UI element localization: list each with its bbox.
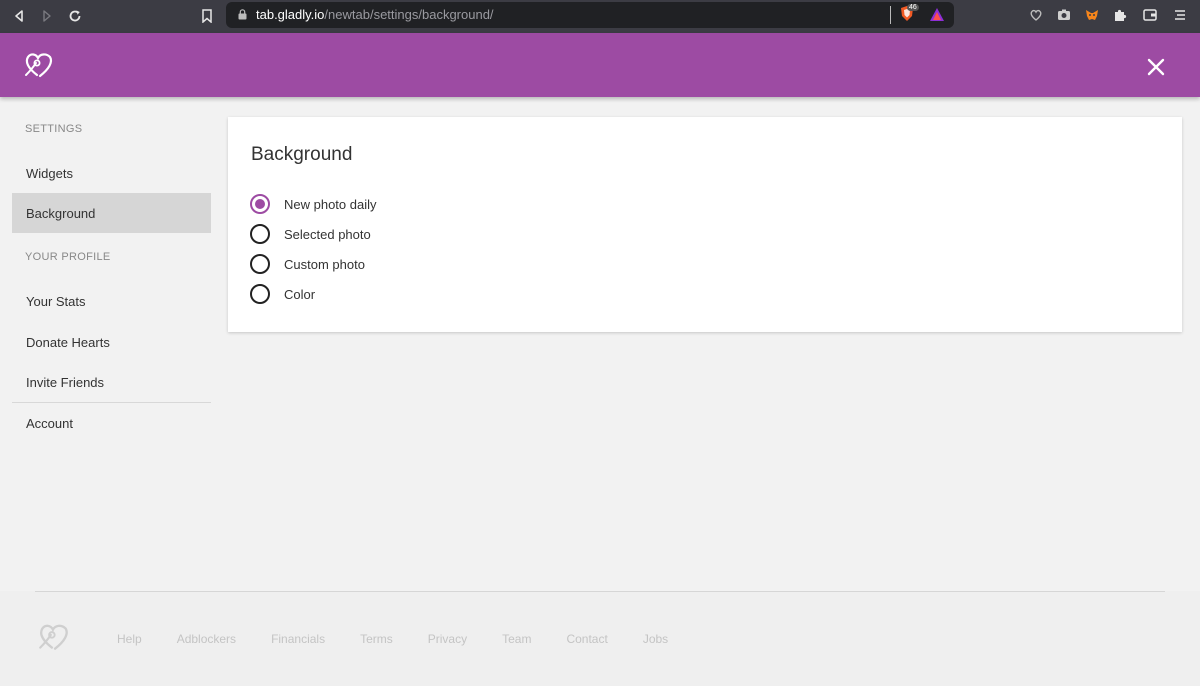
radio-button[interactable] bbox=[250, 254, 270, 274]
option-custom-photo[interactable]: Custom photo bbox=[250, 253, 365, 275]
footer-links: Help Adblockers Financials Terms Privacy… bbox=[117, 632, 703, 646]
background-settings-card: Background New photo daily Selected phot… bbox=[228, 117, 1182, 332]
option-label: Custom photo bbox=[284, 256, 365, 272]
option-new-photo-daily[interactable]: New photo daily bbox=[250, 193, 377, 215]
footer-link-jobs[interactable]: Jobs bbox=[643, 632, 668, 646]
extensions-puzzle-icon[interactable] bbox=[1111, 6, 1129, 24]
menu-icon[interactable] bbox=[1171, 6, 1189, 24]
footer-link-terms[interactable]: Terms bbox=[360, 632, 393, 646]
brave-rewards-icon[interactable] bbox=[928, 6, 946, 24]
radio-button-checked[interactable] bbox=[250, 194, 270, 214]
option-selected-photo[interactable]: Selected photo bbox=[250, 223, 371, 245]
sidebar-item-widgets[interactable]: Widgets bbox=[12, 153, 211, 193]
metamask-icon[interactable] bbox=[1083, 6, 1101, 24]
page-footer: Help Adblockers Financials Terms Privacy… bbox=[0, 591, 1200, 686]
footer-link-team[interactable]: Team bbox=[502, 632, 531, 646]
footer-link-privacy[interactable]: Privacy bbox=[428, 632, 467, 646]
footer-divider bbox=[35, 591, 1165, 592]
footer-link-adblockers[interactable]: Adblockers bbox=[177, 632, 236, 646]
back-icon[interactable] bbox=[9, 6, 29, 26]
option-label: Color bbox=[284, 286, 316, 302]
address-bar[interactable]: tab.gladly.io/newtab/settings/background… bbox=[226, 2, 954, 28]
lock-icon bbox=[238, 9, 247, 20]
option-color[interactable]: Color bbox=[250, 283, 315, 305]
option-label: New photo daily bbox=[284, 196, 377, 212]
footer-link-contact[interactable]: Contact bbox=[566, 632, 607, 646]
url-text: tab.gladly.io/newtab/settings/background… bbox=[256, 7, 494, 22]
bookmark-icon[interactable] bbox=[197, 6, 217, 26]
browser-toolbar: tab.gladly.io/newtab/settings/background… bbox=[0, 0, 1200, 33]
wallet-icon[interactable] bbox=[1141, 6, 1159, 24]
card-title: Background bbox=[251, 144, 353, 165]
radio-button[interactable] bbox=[250, 224, 270, 244]
app-header bbox=[0, 33, 1200, 97]
reload-icon[interactable] bbox=[65, 6, 85, 26]
sidebar-item-invite-friends[interactable]: Invite Friends bbox=[12, 362, 211, 402]
heart-logo-icon[interactable] bbox=[22, 48, 56, 82]
option-label: Selected photo bbox=[284, 226, 371, 242]
settings-section-label: SETTINGS bbox=[25, 123, 83, 135]
profile-section-label: YOUR PROFILE bbox=[25, 251, 111, 263]
settings-sidebar: SETTINGS Widgets Background YOUR PROFILE… bbox=[12, 97, 211, 443]
gladly-extension-icon[interactable] bbox=[1027, 6, 1045, 24]
footer-link-financials[interactable]: Financials bbox=[271, 632, 325, 646]
forward-icon[interactable] bbox=[37, 6, 57, 26]
screenshot-extension-icon[interactable] bbox=[1055, 6, 1073, 24]
url-host: tab.gladly.io bbox=[256, 7, 325, 22]
url-path: /newtab/settings/background/ bbox=[324, 7, 494, 22]
footer-link-help[interactable]: Help bbox=[117, 632, 142, 646]
sidebar-item-account[interactable]: Account bbox=[12, 403, 211, 443]
sidebar-item-background[interactable]: Background bbox=[12, 193, 211, 233]
close-icon[interactable] bbox=[1144, 55, 1168, 79]
footer-heart-logo-icon[interactable] bbox=[36, 619, 72, 655]
sidebar-item-donate-hearts[interactable]: Donate Hearts bbox=[12, 322, 211, 362]
sidebar-item-your-stats[interactable]: Your Stats bbox=[12, 281, 211, 321]
radio-button[interactable] bbox=[250, 284, 270, 304]
brave-badge: 46 bbox=[907, 4, 919, 11]
brave-shields-icon[interactable]: 46 bbox=[898, 4, 919, 23]
url-divider bbox=[890, 6, 891, 24]
